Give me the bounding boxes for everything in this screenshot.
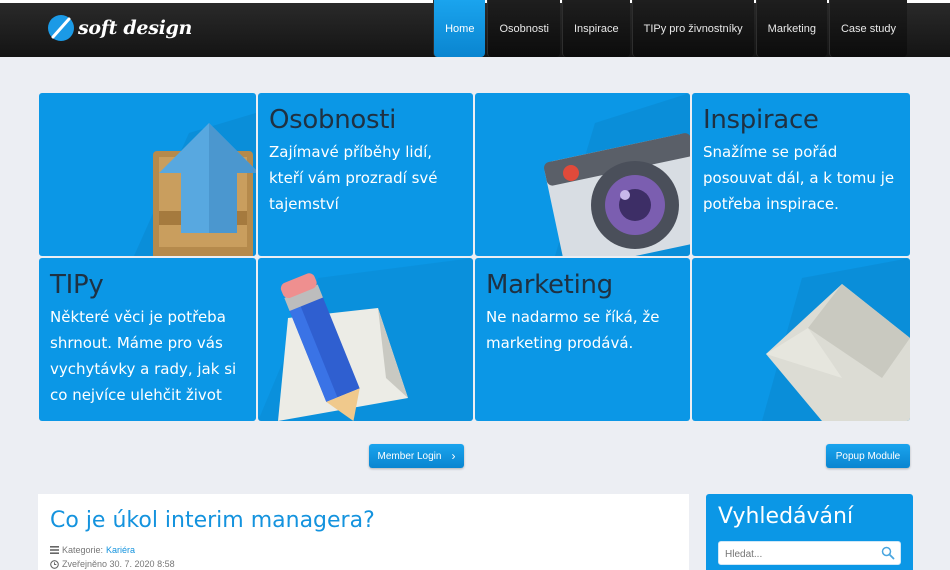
tile-inspirace[interactable]: Inspirace Snažíme se pořád posouvat dál,… [692,93,910,256]
member-login-button[interactable]: Member Login › [369,444,464,468]
tile-tipy-desc: Některé věci je potřeba shrnout. Máme pr… [50,308,237,404]
nav-marketing[interactable]: Marketing [755,0,827,57]
tile-inspirace-title: Inspirace [703,105,819,135]
main-nav: Home Osobnosti Inspirace TIPy pro živnos… [431,0,907,57]
member-login-label: Member Login [377,450,442,462]
category-label: Kategorie: [62,545,104,555]
tile-tipy[interactable]: TIPy Některé věci je potřeba shrnout. Má… [39,258,256,421]
upload-box-icon [134,113,256,256]
clock-icon [50,559,59,569]
published-date: Zveřejněno 30. 7. 2020 8:58 [62,559,175,569]
nav-osobnosti[interactable]: Osobnosti [487,0,560,57]
nav-inspirace[interactable]: Inspirace [561,0,630,57]
nav-home[interactable]: Home [433,0,486,57]
tile-upload-image[interactable] [39,93,256,256]
search-module: Vyhledávání [706,494,913,570]
tile-envelope-image[interactable] [692,258,910,421]
logo[interactable]: soft design [46,13,192,43]
tile-camera-image[interactable] [475,93,690,256]
article-card: Co je úkol interim managera? Kategorie: … [38,494,689,570]
category-link[interactable]: Kariéra [106,545,135,555]
tile-pencil-image[interactable] [258,258,473,421]
popup-module-button[interactable]: Popup Module [826,444,910,468]
tile-marketing[interactable]: Marketing Ne nadarmo se říká, že marketi… [475,258,690,421]
search-input[interactable] [725,543,875,566]
search-box [718,541,901,566]
camera-icon [544,93,690,256]
tile-osobnosti-desc: Zajímavé příběhy lidí, kteří vám prozrad… [269,143,438,213]
envelope-icon [762,258,910,421]
header-bar: soft design Home Osobnosti Inspirace TIP… [0,0,950,57]
pencil-icon [258,258,473,421]
tile-osobnosti[interactable]: Osobnosti Zajímavé příběhy lidí, kteří v… [258,93,473,256]
article-title[interactable]: Co je úkol interim managera? [50,508,375,533]
tile-marketing-title: Marketing [486,270,613,300]
article-published: Zveřejněno 30. 7. 2020 8:58 [50,559,175,569]
tile-marketing-desc: Ne nadarmo se říká, že marketing prodává… [486,308,660,352]
nav-tipy[interactable]: TIPy pro živnostníky [631,0,754,57]
logo-text: soft design [78,17,193,39]
list-icon [50,546,59,554]
search-icon[interactable] [881,546,895,560]
tile-osobnosti-title: Osobnosti [269,105,397,135]
chevron-right-icon: › [451,449,456,463]
tile-inspirace-desc: Snažíme se pořád posouvat dál, a k tomu … [703,143,895,213]
tile-tipy-title: TIPy [50,270,104,300]
article-category: Kategorie: Kariéra [50,545,135,555]
logo-icon [48,15,74,41]
nav-case-study[interactable]: Case study [828,0,907,57]
search-module-title: Vyhledávání [718,504,854,529]
